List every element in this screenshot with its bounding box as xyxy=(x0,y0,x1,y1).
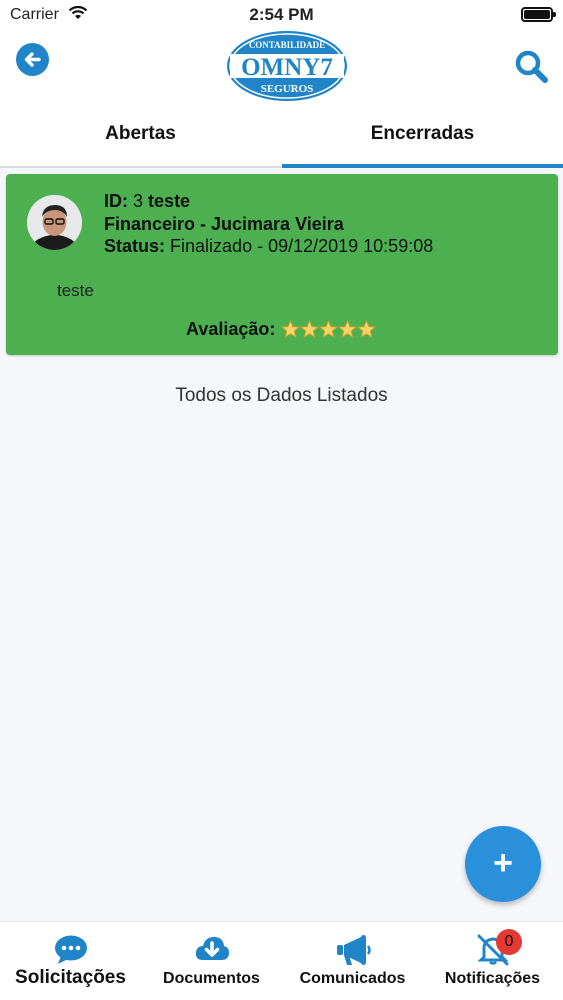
tab-abertas[interactable]: Abertas xyxy=(0,106,281,166)
ticket-status-value: Finalizado - 09/12/2019 10:59:08 xyxy=(170,236,434,256)
list-end-message: Todos os Dados Listados xyxy=(175,385,388,406)
ticket-title: teste xyxy=(148,191,191,211)
rating-label: Avaliação: xyxy=(186,319,276,339)
star-icon xyxy=(319,320,339,339)
ticket-description: teste xyxy=(57,281,94,300)
star-icon xyxy=(338,320,358,339)
add-request-button[interactable]: + xyxy=(465,826,541,902)
logo-main-text: OMNY7 xyxy=(241,54,333,81)
app-header: CONTABILIDADE OMNY7 SEGUROS xyxy=(0,30,563,106)
nav-label: Solicitações xyxy=(15,967,126,988)
ticket-department: Financeiro - Jucimara Vieira xyxy=(104,214,344,234)
nav-label: Documentos xyxy=(163,970,260,987)
battery-icon xyxy=(521,7,556,22)
nav-notificacoes[interactable]: Notificações xyxy=(422,922,563,1000)
clock: 2:54 PM xyxy=(249,5,314,24)
rating-stars xyxy=(281,320,377,339)
ticket-id-line: ID: 3 teste xyxy=(104,191,190,212)
logo-top-text: CONTABILIDADE xyxy=(249,40,325,50)
avatar xyxy=(27,195,82,250)
ticket-id-value: 3 xyxy=(133,191,144,211)
nav-label: Notificações xyxy=(444,970,541,987)
ticket-card[interactable]: ID: 3 teste Financeiro - Jucimara Vieira… xyxy=(6,174,558,355)
star-icon xyxy=(300,320,320,339)
star-icon xyxy=(357,320,377,339)
tab-encerradas[interactable]: Encerradas xyxy=(282,106,563,168)
back-button[interactable] xyxy=(16,43,49,76)
omny7-logo: CONTABILIDADE OMNY7 SEGUROS xyxy=(227,31,347,101)
search-icon[interactable] xyxy=(513,48,549,84)
star-icon xyxy=(281,320,301,339)
cloud-download-icon xyxy=(195,937,229,960)
megaphone-icon xyxy=(336,935,371,965)
bottom-navigation: Solicitações Documentos Comunicados Noti… xyxy=(0,921,563,1000)
nav-solicitacoes[interactable]: Solicitações xyxy=(0,922,141,1000)
tab-bar: Abertas Encerradas xyxy=(0,106,563,168)
nav-comunicados[interactable]: Comunicados xyxy=(282,922,423,1000)
logo-bottom-text: SEGUROS xyxy=(261,83,314,95)
notification-count-badge: 0 xyxy=(496,929,522,955)
status-bar: Carrier 2:54 PM xyxy=(0,0,563,30)
nav-documentos[interactable]: Documentos xyxy=(141,922,282,1000)
ticket-status-line: Status: Finalizado - 09/12/2019 10:59:08 xyxy=(104,236,433,257)
ticket-id-label: ID: xyxy=(104,191,128,211)
plus-icon: + xyxy=(493,844,513,882)
arrow-left-icon xyxy=(24,52,41,67)
ticket-status-label: Status: xyxy=(104,236,166,256)
chat-bubble-icon xyxy=(54,935,87,964)
nav-label: Comunicados xyxy=(299,970,406,987)
ticket-rating: Avaliação: xyxy=(186,319,377,340)
